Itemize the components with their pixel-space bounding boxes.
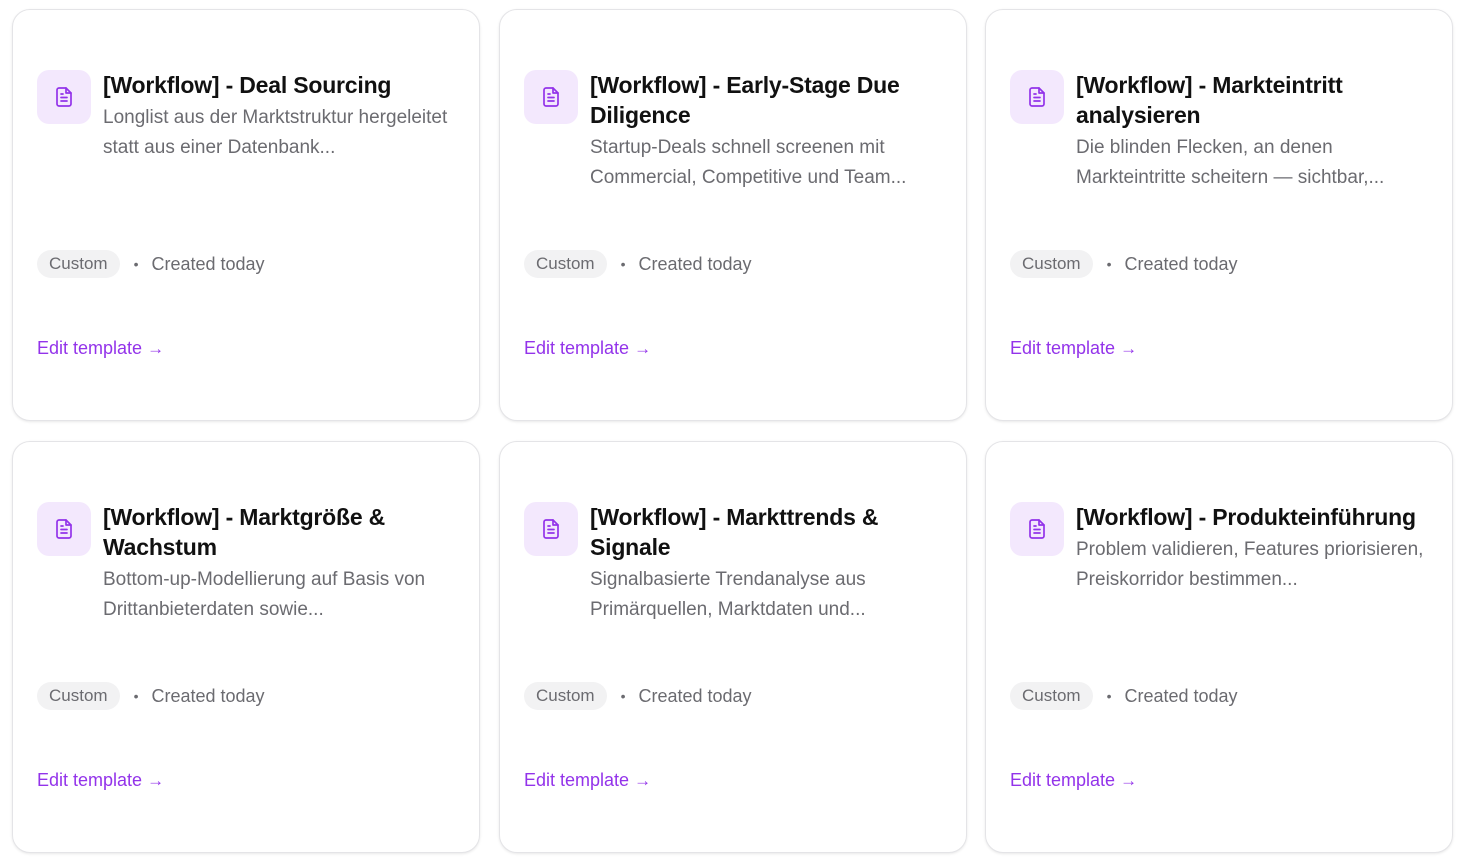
custom-badge: Custom <box>37 682 120 710</box>
card-meta: Custom • Created today <box>37 682 265 710</box>
edit-template-label: Edit template <box>1010 770 1116 790</box>
custom-badge: Custom <box>524 250 607 278</box>
edit-template-label: Edit template <box>37 338 143 358</box>
card-text: [Workflow] - Markttrends & Signale Signa… <box>590 502 950 625</box>
card-description: Signalbasierte Trendanalyse aus Primärqu… <box>590 569 866 620</box>
template-icon-box <box>37 502 91 556</box>
card-title: [Workflow] - Marktgröße & Wachstum <box>103 504 386 560</box>
arrow-right-icon: → <box>147 338 165 358</box>
separator-dot: • <box>1106 688 1112 704</box>
custom-badge: Custom <box>37 250 120 278</box>
template-card[interactable]: [Workflow] - Marktgröße & Wachstum Botto… <box>12 441 480 853</box>
edit-template-link[interactable]: Edit template → <box>524 770 651 791</box>
card-title: [Workflow] - Produkteinführung <box>1076 504 1416 530</box>
document-icon <box>1029 519 1045 539</box>
created-date: Created today <box>638 685 752 706</box>
edit-template-link[interactable]: Edit template → <box>1010 338 1137 359</box>
edit-template-label: Edit template <box>1010 338 1116 358</box>
created-date: Created today <box>1124 685 1238 706</box>
edit-template-link[interactable]: Edit template → <box>37 770 164 791</box>
created-date: Created today <box>638 253 752 274</box>
template-icon-box <box>1010 502 1064 556</box>
created-date: Created today <box>151 253 265 274</box>
edit-template-label: Edit template <box>524 770 630 790</box>
edit-template-label: Edit template <box>37 770 143 790</box>
template-card[interactable]: [Workflow] - Markteintritt analysieren D… <box>985 9 1453 421</box>
arrow-right-icon: → <box>1120 338 1138 358</box>
card-description: Bottom-up-Modellierung auf Basis von Dri… <box>103 569 426 620</box>
arrow-right-icon: → <box>147 770 165 790</box>
custom-badge: Custom <box>1010 682 1093 710</box>
card-meta: Custom • Created today <box>524 682 752 710</box>
template-icon-box <box>524 70 578 124</box>
arrow-right-icon: → <box>634 770 652 790</box>
arrow-right-icon: → <box>634 338 652 358</box>
custom-badge: Custom <box>524 682 607 710</box>
edit-template-link[interactable]: Edit template → <box>37 338 164 359</box>
document-icon <box>56 519 72 539</box>
edit-template-link[interactable]: Edit template → <box>524 338 651 359</box>
arrow-right-icon: → <box>1120 770 1138 790</box>
template-card[interactable]: [Workflow] - Markttrends & Signale Signa… <box>499 441 967 853</box>
card-description: Longlist aus der Marktstruktur hergeleit… <box>103 107 448 158</box>
custom-badge: Custom <box>1010 250 1093 278</box>
document-icon <box>1029 87 1045 107</box>
card-title: [Workflow] - Deal Sourcing <box>103 72 392 98</box>
card-meta: Custom • Created today <box>524 250 752 278</box>
created-date: Created today <box>151 685 265 706</box>
card-title: [Workflow] - Markttrends & Signale <box>590 504 879 560</box>
card-description: Die blinden Flecken, an denen Markteintr… <box>1076 137 1385 188</box>
card-text: [Workflow] - Marktgröße & Wachstum Botto… <box>103 502 463 625</box>
edit-template-link[interactable]: Edit template → <box>1010 770 1137 791</box>
card-description: Problem validieren, Features priorisiere… <box>1076 539 1424 590</box>
card-text: [Workflow] - Markteintritt analysieren D… <box>1076 70 1436 193</box>
created-date: Created today <box>1124 253 1238 274</box>
document-icon <box>56 87 72 107</box>
card-text: [Workflow] - Deal Sourcing Longlist aus … <box>103 70 463 163</box>
separator-dot: • <box>620 688 626 704</box>
edit-template-label: Edit template <box>524 338 630 358</box>
template-grid: [Workflow] - Deal Sourcing Longlist aus … <box>0 0 1471 865</box>
card-meta: Custom • Created today <box>1010 682 1238 710</box>
separator-dot: • <box>133 256 139 272</box>
separator-dot: • <box>1106 256 1112 272</box>
card-text: [Workflow] - Early-Stage Due Diligence S… <box>590 70 950 193</box>
card-meta: Custom • Created today <box>37 250 265 278</box>
card-text: [Workflow] - Produkteinführung Problem v… <box>1076 502 1436 595</box>
template-card[interactable]: [Workflow] - Deal Sourcing Longlist aus … <box>12 9 480 421</box>
card-meta: Custom • Created today <box>1010 250 1238 278</box>
template-card[interactable]: [Workflow] - Produkteinführung Problem v… <box>985 441 1453 853</box>
separator-dot: • <box>620 256 626 272</box>
template-icon-box <box>524 502 578 556</box>
template-card[interactable]: [Workflow] - Early-Stage Due Diligence S… <box>499 9 967 421</box>
card-description: Startup-Deals schnell screenen mit Comme… <box>590 137 907 188</box>
document-icon <box>543 519 559 539</box>
separator-dot: • <box>133 688 139 704</box>
document-icon <box>543 87 559 107</box>
card-title: [Workflow] - Markteintritt analysieren <box>1076 72 1343 128</box>
template-icon-box <box>1010 70 1064 124</box>
template-icon-box <box>37 70 91 124</box>
card-title: [Workflow] - Early-Stage Due Diligence <box>590 72 900 128</box>
